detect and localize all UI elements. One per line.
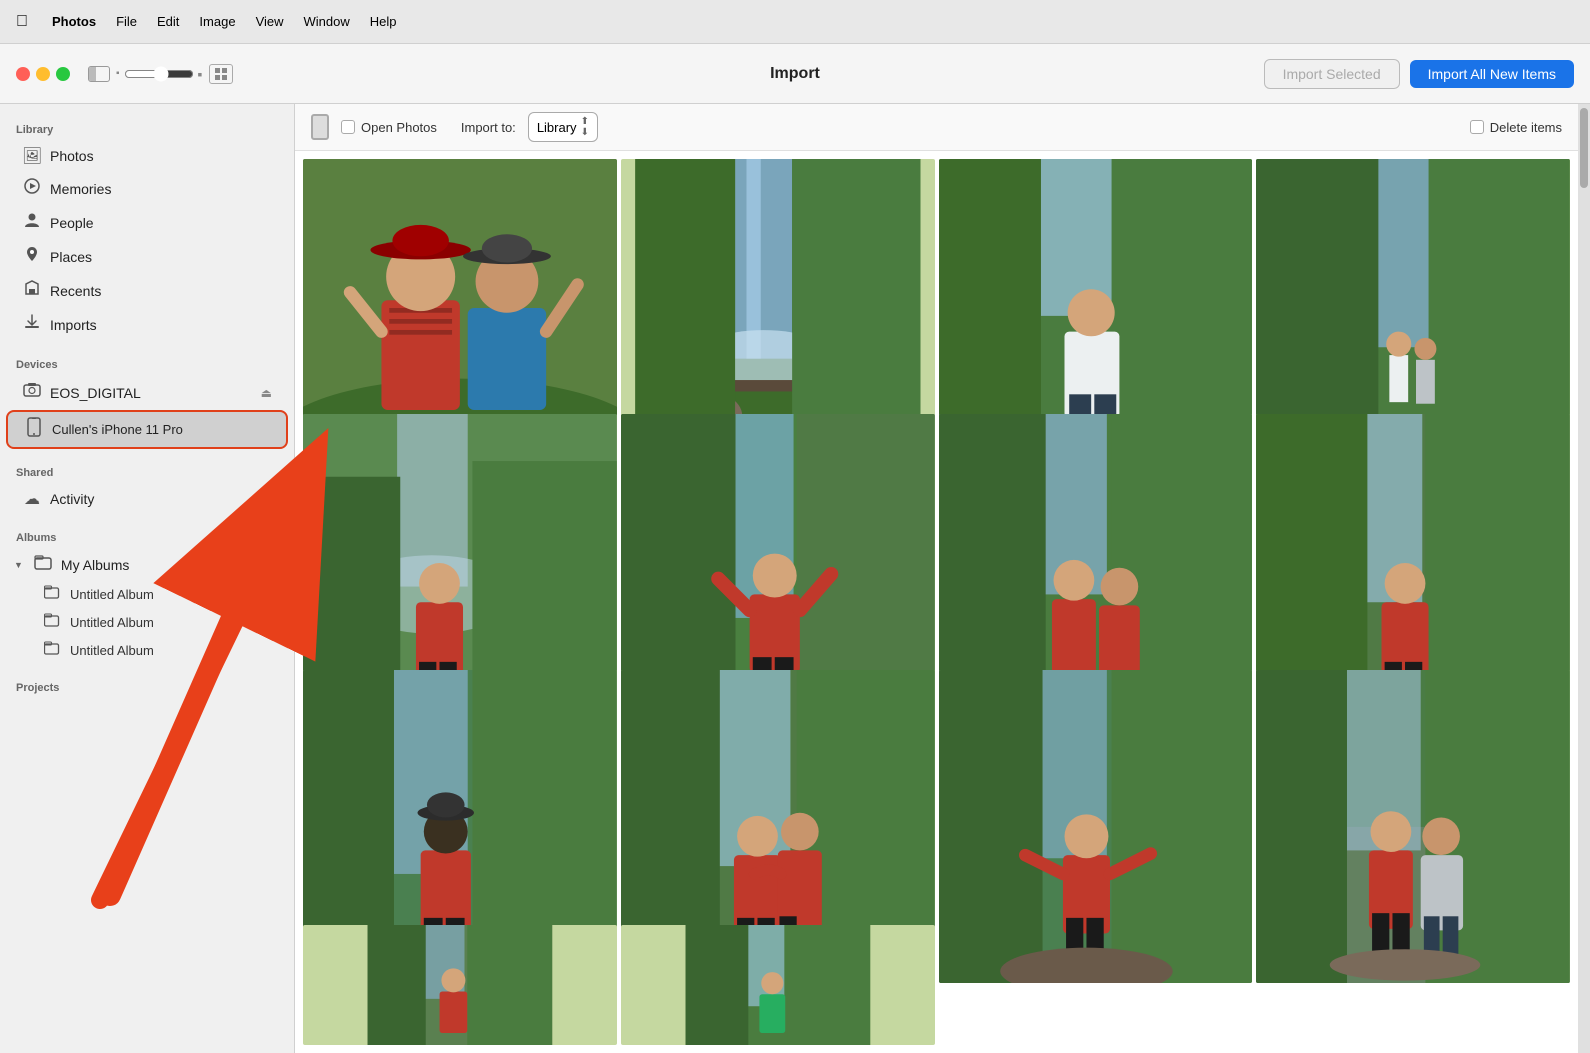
library-section-header: Library xyxy=(0,116,294,140)
close-button[interactable] xyxy=(16,67,30,81)
sidebar-item-recents[interactable]: Recents xyxy=(6,274,288,307)
delete-items-container: Delete items xyxy=(1470,120,1562,135)
zoom-slider-container: ▪ ▪ xyxy=(116,66,203,82)
menubar-photos[interactable]: Photos xyxy=(52,14,96,29)
recents-icon xyxy=(22,279,42,302)
scrollbar-track[interactable] xyxy=(1578,104,1590,1053)
album-1-icon xyxy=(42,585,62,604)
menubar-image[interactable]: Image xyxy=(199,14,235,29)
menubar-edit[interactable]: Edit xyxy=(157,14,179,29)
maximize-button[interactable] xyxy=(56,67,70,81)
toolbar: ▪ ▪ Import Import Selected Import All Ne… xyxy=(0,44,1590,104)
eject-icon[interactable]: ⏏ xyxy=(261,386,272,400)
people-icon xyxy=(22,211,42,234)
triangle-icon: ▼ xyxy=(14,560,23,570)
photo-cell-14[interactable] xyxy=(621,925,935,1045)
iphone-icon xyxy=(24,417,44,442)
menubar-window[interactable]: Window xyxy=(304,14,350,29)
memories-icon xyxy=(22,177,42,200)
album-3-icon xyxy=(42,641,62,660)
albums-section-header: Albums xyxy=(0,524,294,548)
photo-cell-12[interactable] xyxy=(1256,670,1570,984)
select-arrows-icon: ⬆⬇ xyxy=(581,116,589,138)
menubar-view[interactable]: View xyxy=(256,14,284,29)
menubar-file[interactable]: File xyxy=(116,14,137,29)
sidebar-item-places[interactable]: Places xyxy=(6,240,288,273)
import-to-select[interactable]: Library ⬆⬇ xyxy=(528,112,598,142)
zoom-slider[interactable] xyxy=(124,66,194,82)
sidebar-item-eos-digital[interactable]: EOS_DIGITAL ⏏ xyxy=(6,376,288,409)
photos-icon: 🖼 xyxy=(22,146,42,166)
sidebar-item-memories[interactable]: Memories xyxy=(6,172,288,205)
imports-icon xyxy=(22,313,42,336)
toolbar-left: ▪ ▪ xyxy=(16,64,233,84)
toolbar-right: Import Selected Import All New Items xyxy=(1264,59,1574,89)
device-thumbnail xyxy=(311,114,329,140)
import-to-label: Import to: xyxy=(461,120,516,135)
sidebar-item-people[interactable]: People xyxy=(6,206,288,239)
delete-items-checkbox[interactable] xyxy=(1470,120,1484,134)
apple-menu[interactable]:  xyxy=(16,13,28,31)
photo-cell-13[interactable] xyxy=(303,925,617,1045)
devices-section-header: Devices xyxy=(0,351,294,375)
main-layout: Library 🖼 Photos Memories People Places xyxy=(0,104,1590,1053)
sidebar-item-photos[interactable]: 🖼 Photos xyxy=(6,141,288,171)
minimize-button[interactable] xyxy=(36,67,50,81)
sidebar: Library 🖼 Photos Memories People Places xyxy=(0,104,295,1053)
my-albums-icon xyxy=(33,554,53,575)
zoom-max-icon: ▪ xyxy=(198,66,203,82)
sidebar-item-imports[interactable]: Imports xyxy=(6,308,288,341)
menubar:  Photos File Edit Image View Window Hel… xyxy=(0,0,1590,44)
sidebar-item-untitled-album-1[interactable]: Untitled Album xyxy=(6,581,288,608)
sidebar-item-my-albums[interactable]: ▼ My Albums xyxy=(6,549,288,580)
sidebar-item-untitled-album-2[interactable]: Untitled Album xyxy=(6,609,288,636)
sidebar-item-iphone[interactable]: Cullen's iPhone 11 Pro xyxy=(6,410,288,449)
toolbar-title: Import xyxy=(770,65,820,83)
activity-icon: ☁ xyxy=(22,489,42,509)
photo-grid xyxy=(295,151,1578,1053)
content-area: Open Photos Import to: Library ⬆⬇ Delete… xyxy=(295,104,1578,1053)
scrollbar-thumb[interactable] xyxy=(1580,108,1588,188)
sidebar-toggle[interactable] xyxy=(88,66,110,82)
album-2-icon xyxy=(42,613,62,632)
sidebar-item-activity[interactable]: ☁ Activity xyxy=(6,484,288,514)
shared-section-header: Shared xyxy=(0,459,294,483)
import-bar: Open Photos Import to: Library ⬆⬇ Delete… xyxy=(295,104,1578,151)
grid-view-icon[interactable] xyxy=(209,64,233,84)
open-photos-checkbox[interactable] xyxy=(341,120,355,134)
open-photos-label: Open Photos xyxy=(361,120,437,135)
projects-section-header: Projects xyxy=(0,674,294,698)
photo-cell-11[interactable] xyxy=(939,670,1253,984)
zoom-min-icon: ▪ xyxy=(116,68,120,79)
menubar-help[interactable]: Help xyxy=(370,14,397,29)
sidebar-item-untitled-album-3[interactable]: Untitled Album xyxy=(6,637,288,664)
open-photos-container: Open Photos xyxy=(341,120,437,135)
eos-icon xyxy=(22,381,42,404)
import-all-button[interactable]: Import All New Items xyxy=(1410,60,1574,88)
places-icon xyxy=(22,245,42,268)
import-selected-button[interactable]: Import Selected xyxy=(1264,59,1400,89)
delete-items-label: Delete items xyxy=(1490,120,1562,135)
